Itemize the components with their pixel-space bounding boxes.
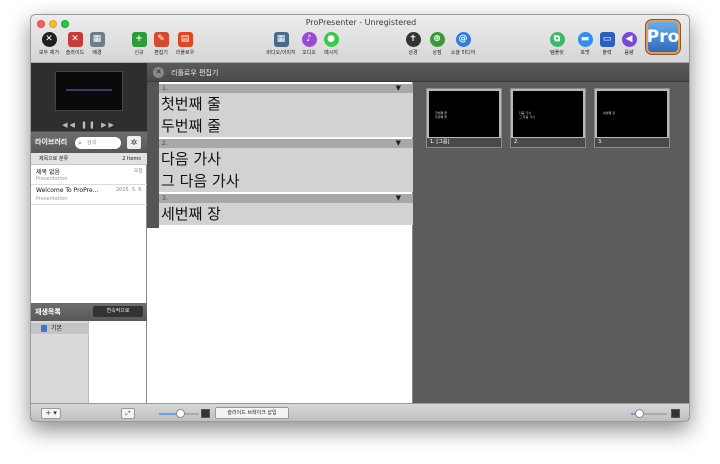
background-icon: ▦ [89, 32, 105, 47]
reflow-editor-header: ✕ 리플로우 편집기 [147, 63, 689, 82]
slides-grid: 첫번째 줄 두번째 줄 1. [그룹] 다음 가사 그 다음 가사 2. 세번째 장… [414, 82, 689, 403]
zoom-slider-track-rest[interactable] [183, 413, 199, 415]
playlist-title: 재생목록 [35, 308, 61, 316]
film-icon: ▦ [273, 32, 289, 47]
lyric-line[interactable]: 세번째 장 [161, 203, 413, 225]
list-item[interactable]: 제목 없음 오늘 Presentation [31, 165, 147, 185]
slide-caption: 2. [511, 138, 585, 147]
sort-row[interactable]: 제목으로 분류 2 Items [31, 153, 147, 165]
slide-text-block[interactable]: 첫번째 줄 두번째 줄 [159, 93, 413, 137]
group-number: 2. [162, 140, 168, 147]
slide-caption: 1. [그룹] [427, 138, 501, 147]
editor-title: 리플로우 편집기 [171, 69, 219, 77]
document-icon: ▤ [177, 32, 193, 47]
add-button[interactable]: + ▾ [41, 408, 61, 419]
reflow-editor[interactable]: 1. ▼ 첫번째 줄 두번째 줄 2. ▼ 다음 가사 그 다음 가사 3. ▼… [147, 82, 413, 403]
slide-text-preview: 다음 가사 그 다음 가사 [519, 111, 535, 119]
zoom-slider-knob[interactable] [176, 409, 185, 418]
speaker-icon: ◀ [621, 32, 637, 47]
slide-thumbnail[interactable]: 세번째 장 3. [594, 88, 670, 148]
sort-label[interactable]: 제목으로 분류 [39, 153, 68, 165]
reflow-button[interactable]: ▤ 리플로우 [167, 32, 203, 56]
slide-thumbnail[interactable]: 다음 가사 그 다음 가사 2. [510, 88, 586, 148]
message-label: 메시지 [324, 50, 338, 56]
social-media-label: 소셜 미디어 [450, 50, 476, 56]
group-number: 3. [162, 195, 168, 202]
item-date: 2015. 5. 6. [115, 187, 143, 193]
group-header[interactable]: 3. ▼ [159, 194, 413, 203]
volume-label: 음량 [624, 50, 634, 56]
continuous-button[interactable]: 연속적으로 [93, 306, 143, 317]
library-title: 라이브러리 [35, 138, 68, 146]
cart-icon: ⊕ [429, 32, 445, 47]
item-type: Presentation [36, 196, 68, 202]
clear-icon: ✕ [41, 32, 57, 47]
message-button[interactable]: ● 메시지 [313, 32, 349, 56]
slide-text-preview: 첫번째 줄 두번째 줄 [435, 111, 447, 119]
item-type: Presentation [36, 176, 68, 182]
reflow-label: 리플로우 [175, 50, 195, 56]
group-header[interactable]: 1. ▼ [159, 84, 413, 93]
playlist-header: 재생목록 연속적으로 [31, 303, 147, 321]
grid-zoom-slider-knob[interactable] [635, 409, 644, 418]
slide-preview: 다음 가사 그 다음 가사 [513, 91, 583, 137]
window-title: ProPresenter - Unregistered [305, 18, 417, 27]
at-sign-icon: @ [455, 32, 471, 47]
left-panel: ◀◀ ❚❚ ▶▶ 라이브러리 ⌕ 검색 ✲ 제목으로 분류 2 Items 제목… [31, 63, 147, 403]
item-date: 오늘 [133, 168, 143, 174]
propresenter-logo: Pro [645, 19, 681, 55]
library-header: 라이브러리 ⌕ 검색 ✲ [31, 131, 147, 153]
background-button[interactable]: ▦ 배경 [79, 32, 115, 56]
insert-slide-break-button[interactable]: 슬라이드 브레이크 삽입 [215, 407, 289, 419]
slide-caption: 3. [595, 138, 669, 147]
lyric-line[interactable]: 두번째 줄 [161, 115, 413, 137]
app-window: ProPresenter - Unregistered ✕ 모두 제거 ✕ 슬라… [30, 14, 690, 422]
chevron-down-icon[interactable]: ▼ [396, 84, 401, 93]
item-name: 제목 없음 [36, 169, 60, 176]
group-header[interactable]: 2. ▼ [159, 139, 413, 148]
playlist-item-label: 기본 [51, 325, 63, 332]
search-placeholder: 검색 [87, 140, 97, 146]
thumbnail-size-icon[interactable] [201, 409, 210, 418]
slide-text-block[interactable]: 다음 가사 그 다음 가사 [159, 148, 413, 192]
slide-preview: 세번째 장 [597, 91, 667, 137]
grid-size-icon[interactable] [671, 409, 680, 418]
template-icon: ⧉ [549, 32, 565, 47]
close-icon[interactable]: ✕ [153, 67, 164, 78]
background-label: 배경 [92, 50, 102, 56]
slide-text-block[interactable]: 세번째 장 [159, 203, 413, 225]
editor-gutter [147, 82, 159, 228]
playlist-list: 기본 [31, 321, 89, 403]
social-media-button[interactable]: @ 소셜 미디어 [445, 32, 481, 56]
document-icon [41, 325, 47, 332]
chevron-down-icon[interactable]: ▼ [396, 194, 401, 203]
chevron-down-icon[interactable]: ▼ [396, 139, 401, 148]
library-search-input[interactable]: ⌕ 검색 [75, 137, 121, 149]
volume-button[interactable]: ◀ 음량 [611, 32, 647, 56]
playlist-item[interactable]: 기본 [31, 323, 89, 334]
slide-text-preview: 세번째 장 [603, 111, 615, 115]
preview-screen [55, 71, 123, 111]
item-count: 2 Items [122, 156, 141, 162]
lyric-line[interactable]: 다음 가사 [161, 148, 413, 170]
slide-thumbnail[interactable]: 첫번째 줄 두번째 줄 1. [그룹] [426, 88, 502, 148]
group-number: 1. [162, 85, 168, 92]
toolbar: ProPresenter - Unregistered ✕ 모두 제거 ✕ 슬라… [31, 15, 689, 63]
search-icon: ⌕ [78, 139, 82, 147]
lyric-line[interactable]: 그 다음 가사 [161, 170, 413, 192]
preview-controls[interactable]: ◀◀ ❚❚ ▶▶ [31, 119, 147, 131]
lyric-line[interactable]: 첫번째 줄 [161, 93, 413, 115]
slide-preview: 첫번째 줄 두번째 줄 [429, 91, 499, 137]
bottom-bar: + ▾ ⤢ 슬라이드 브레이크 삽입 [31, 403, 689, 421]
item-name: Welcome To ProPre... [36, 187, 99, 194]
expand-icon[interactable]: ⤢ [121, 408, 135, 419]
preview-area: ◀◀ ❚❚ ▶▶ [31, 63, 147, 131]
speech-bubble-icon: ● [323, 32, 339, 47]
grid-zoom-slider-track-rest[interactable] [641, 413, 667, 415]
list-item[interactable]: Welcome To ProPre... 2015. 5. 6. Present… [31, 185, 147, 205]
gear-icon[interactable]: ✲ [127, 136, 141, 149]
